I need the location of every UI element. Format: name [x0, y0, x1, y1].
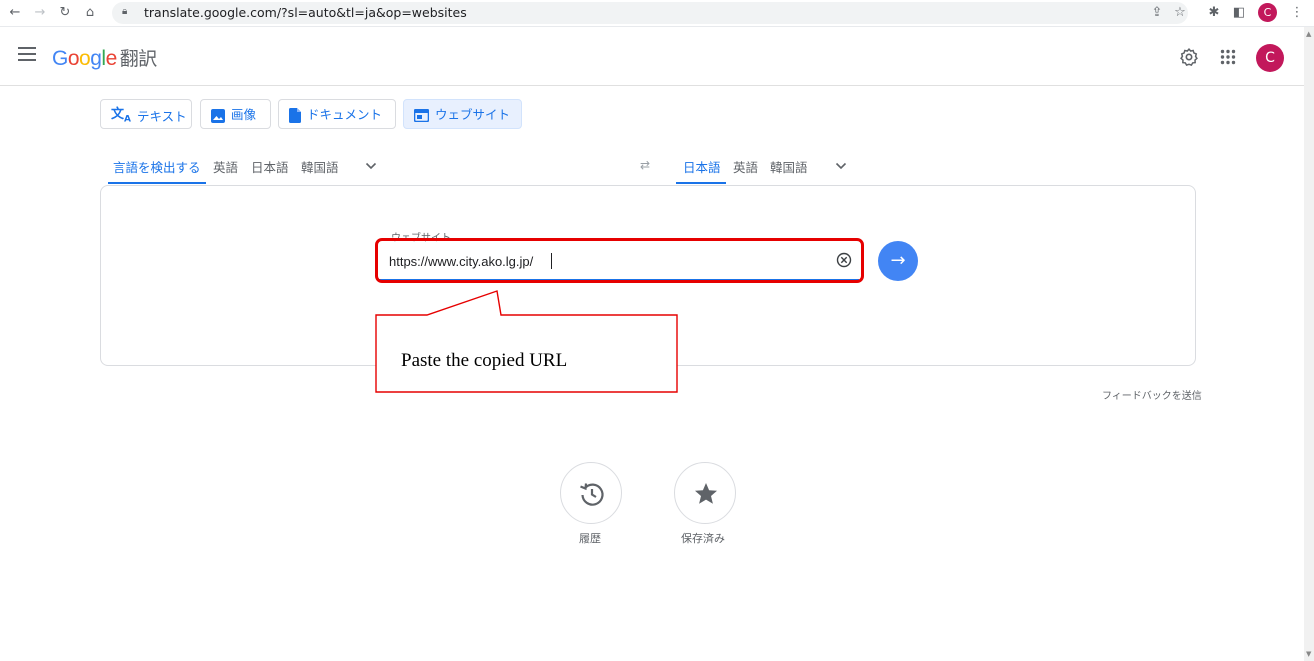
logo-letter: o: [79, 47, 91, 70]
saved-button[interactable]: [674, 462, 736, 524]
logo-letter: g: [90, 47, 102, 70]
lang-detect[interactable]: 言語を検出する: [113, 157, 201, 176]
tab-label: ドキュメント: [307, 107, 383, 122]
apps-grid-icon[interactable]: [1220, 49, 1236, 65]
logo-letter: o: [67, 47, 80, 70]
back-arrow-icon[interactable]: ←: [6, 4, 24, 22]
tab-website[interactable]: ウェブサイト: [403, 99, 522, 129]
tab-text[interactable]: 文A テキスト: [100, 99, 192, 129]
hamburger-menu-icon[interactable]: [18, 47, 36, 61]
source-active-underline: [108, 182, 206, 184]
source-lang-korean[interactable]: 韓国語: [301, 157, 339, 176]
app-header: Google 翻訳 C: [0, 27, 1304, 86]
source-lang-english[interactable]: 英語: [213, 157, 238, 176]
annotation-callout-text: Paste the copied URL: [401, 350, 568, 371]
logo-letter: e: [105, 47, 118, 70]
share-icon[interactable]: ⇪: [1148, 4, 1166, 22]
document-icon: [289, 108, 301, 123]
tab-label: ウェブサイト: [435, 107, 511, 122]
scroll-down-arrow-icon[interactable]: ▼: [1306, 650, 1311, 658]
tab-image[interactable]: 画像: [200, 99, 271, 129]
google-translate-logo[interactable]: Google 翻訳: [52, 44, 157, 71]
forward-arrow-icon[interactable]: →: [31, 4, 49, 22]
tab-document[interactable]: ドキュメント: [278, 99, 396, 129]
target-lang-english[interactable]: 英語: [733, 157, 758, 176]
target-lang-korean[interactable]: 韓国語: [770, 157, 808, 176]
arrow-right-icon: →: [890, 250, 906, 271]
browser-toolbar: ← → ↻ ⌂ 🔒︎ translate.google.com/?sl=auto…: [0, 0, 1314, 27]
annotation-callout: [375, 290, 678, 393]
source-more-chevron-down-icon[interactable]: [365, 160, 377, 172]
address-bar[interactable]: 🔒︎ translate.google.com/?sl=auto&tl=ja&o…: [112, 2, 1188, 24]
home-icon[interactable]: ⌂: [81, 4, 99, 22]
send-feedback-link[interactable]: フィードバックを送信: [1102, 387, 1202, 402]
page-scrollbar[interactable]: [1304, 27, 1314, 661]
source-lang-japanese[interactable]: 日本語: [251, 157, 289, 176]
history-icon: [580, 483, 604, 506]
bookmark-star-icon[interactable]: ☆: [1171, 4, 1189, 22]
target-more-chevron-down-icon[interactable]: [835, 160, 847, 172]
address-text[interactable]: translate.google.com/?sl=auto&tl=ja&op=w…: [144, 5, 467, 20]
browser-menu-icon[interactable]: ⋮: [1288, 4, 1306, 22]
translate-website-button[interactable]: →: [878, 241, 918, 281]
app-title: 翻訳: [119, 49, 158, 70]
website-icon: [414, 109, 429, 122]
saved-label: 保存済み: [681, 532, 725, 545]
logo-letter: G: [52, 47, 68, 70]
target-lang-japanese[interactable]: 日本語: [683, 157, 721, 176]
reload-icon[interactable]: ↻: [56, 4, 74, 22]
target-active-underline: [676, 182, 726, 184]
translate-icon: 文A: [111, 107, 131, 125]
history-label: 履歴: [579, 532, 601, 545]
browser-profile-avatar[interactable]: C: [1258, 3, 1277, 22]
account-avatar[interactable]: C: [1256, 44, 1284, 72]
settings-gear-icon[interactable]: [1179, 47, 1199, 67]
history-button[interactable]: [560, 462, 622, 524]
tab-label: 画像: [231, 107, 257, 122]
scroll-up-arrow-icon[interactable]: ▲: [1306, 30, 1311, 38]
star-icon: [695, 483, 717, 504]
annotation-highlight-box: [375, 238, 864, 283]
lock-icon: 🔒︎: [122, 6, 128, 17]
swap-languages-icon[interactable]: ⇄: [640, 158, 650, 172]
extensions-icon[interactable]: ✱: [1205, 4, 1223, 22]
side-panel-icon[interactable]: ◧: [1230, 4, 1248, 22]
tab-label: テキスト: [136, 108, 187, 124]
image-icon: [211, 108, 225, 123]
